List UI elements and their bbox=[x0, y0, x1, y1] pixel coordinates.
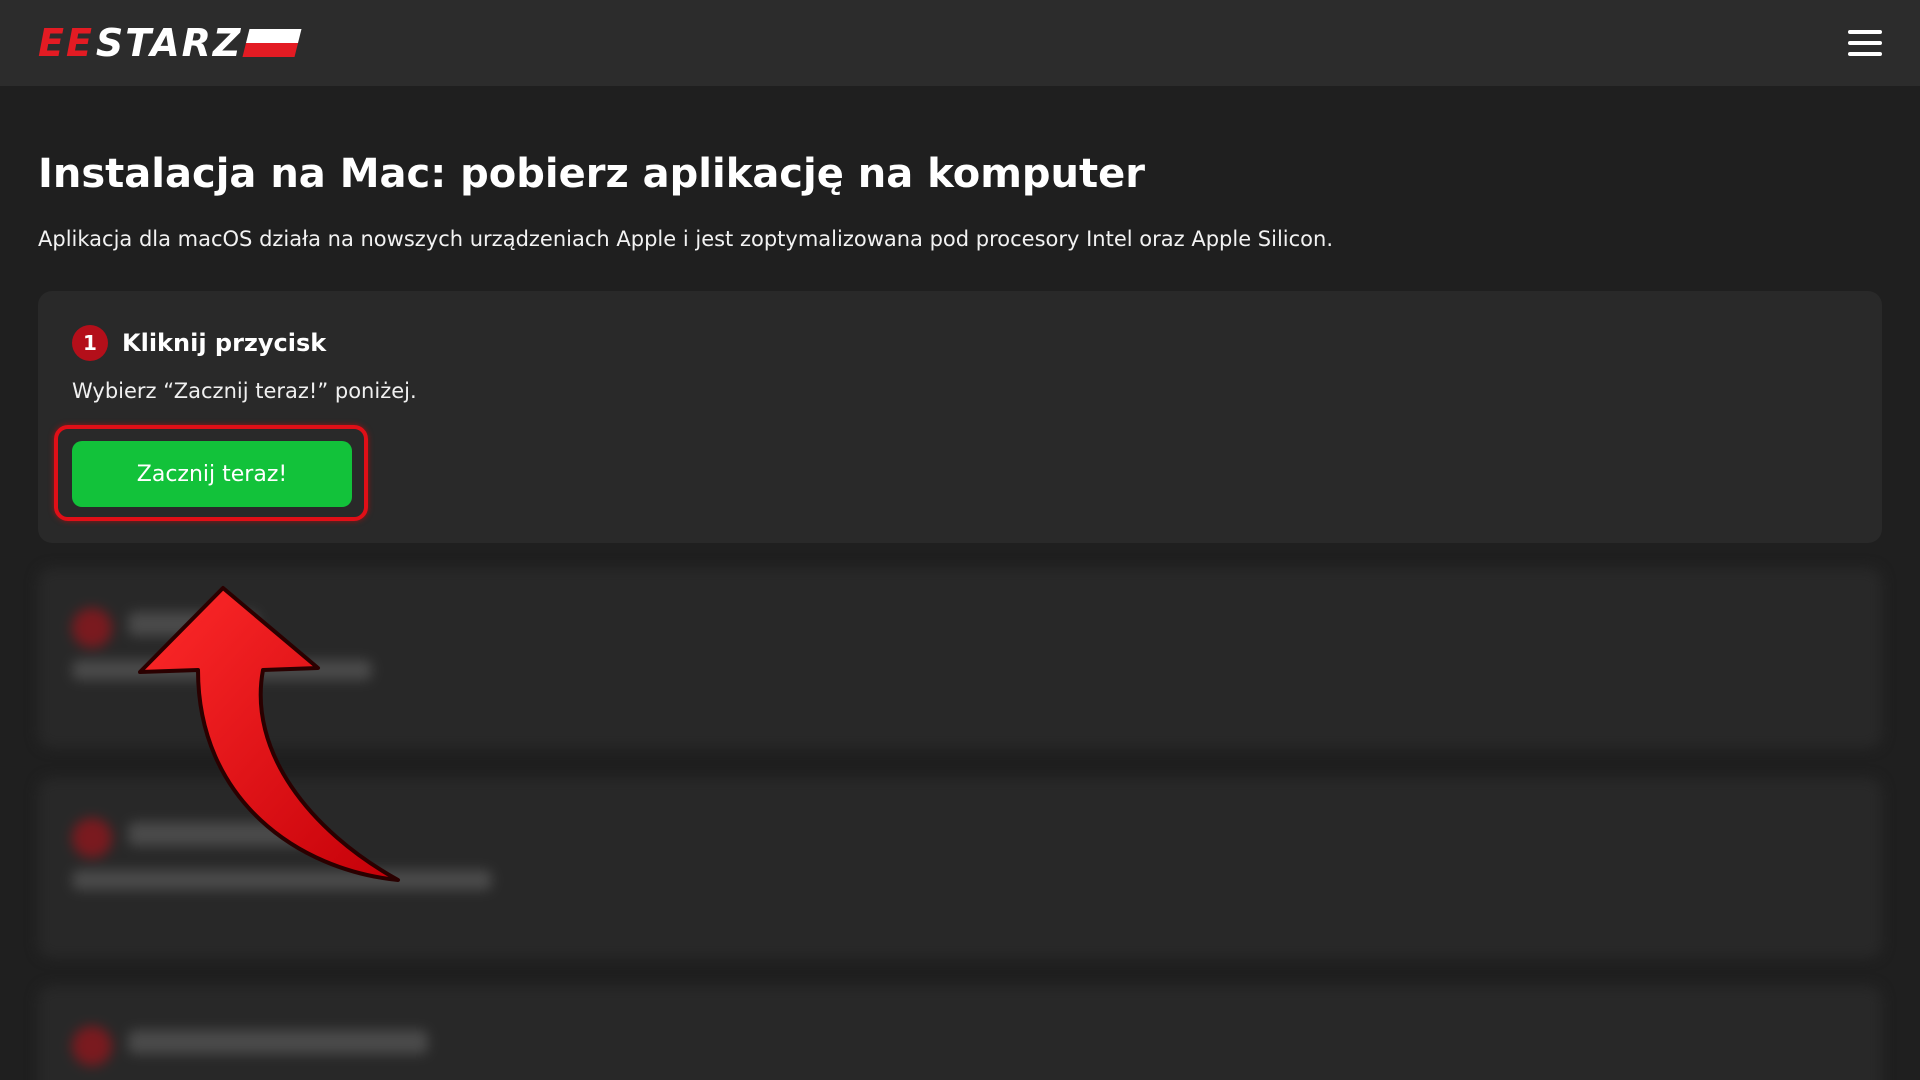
step-number-badge: 1 bbox=[72, 325, 108, 361]
page: EE STARZ Instalacja na Mac: pobierz apli… bbox=[0, 0, 1920, 1080]
main-content: Instalacja na Mac: pobierz aplikację na … bbox=[38, 86, 1882, 543]
step-description: Wybierz “Zacznij teraz!” poniżej. bbox=[72, 379, 417, 403]
top-header: EE STARZ bbox=[0, 0, 1920, 86]
logo-name: STARZ bbox=[95, 21, 243, 65]
menu-bar bbox=[1848, 52, 1882, 56]
step-card-4-blurred bbox=[38, 986, 1882, 1080]
pointing-arrow-icon bbox=[138, 586, 400, 882]
blurred-step-badge bbox=[72, 1026, 112, 1066]
step-card-1: 1 Kliknij przycisk Wybierz “Zacznij tera… bbox=[38, 291, 1882, 543]
logo-wordmark: EE STARZ bbox=[38, 21, 302, 65]
logo-prefix: EE bbox=[38, 21, 94, 65]
step-header: 1 Kliknij przycisk bbox=[72, 325, 326, 361]
hamburger-menu-icon[interactable] bbox=[1848, 30, 1882, 56]
blurred-text bbox=[128, 1030, 428, 1054]
page-subtitle: Aplikacja dla macOS działa na nowszych u… bbox=[38, 227, 1333, 251]
page-title: Instalacja na Mac: pobierz aplikację na … bbox=[38, 151, 1145, 197]
blurred-step-badge bbox=[72, 818, 112, 858]
menu-bar bbox=[1848, 30, 1882, 34]
step-title: Kliknij przycisk bbox=[122, 329, 327, 357]
site-logo[interactable]: EE STARZ bbox=[38, 0, 302, 86]
polish-flag-icon bbox=[242, 29, 302, 57]
start-now-button[interactable]: Zacznij teraz! bbox=[72, 441, 352, 507]
blurred-step-badge bbox=[72, 608, 112, 648]
menu-bar bbox=[1848, 41, 1882, 45]
